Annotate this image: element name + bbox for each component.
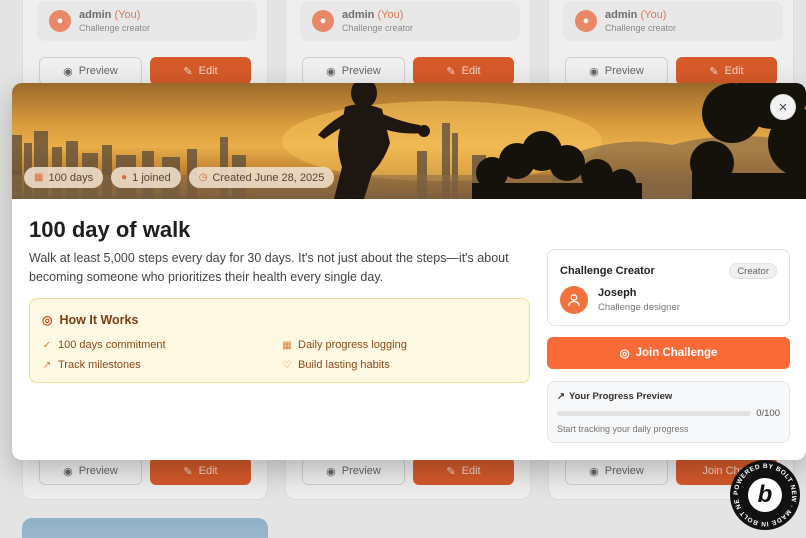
creator-card: Challenge Creator Creator Joseph Challen… [547, 249, 790, 326]
check-circle-icon: ✓ [42, 339, 52, 351]
how-item: ↗ Track milestones [42, 359, 141, 371]
creator-name: Joseph [598, 287, 637, 299]
challenge-meta-chips: ▦ 100 days ● 1 joined ◷ Created June 28, 20… [24, 167, 335, 188]
hero-image: × ▦ 100 days ● 1 joined ◷ Created June 28, … [12, 83, 806, 199]
calendar-icon: ▦ [282, 339, 292, 351]
calendar-icon: ▦ [34, 172, 44, 183]
how-item-label: Build lasting habits [298, 359, 390, 371]
heart-icon: ♡ [282, 359, 292, 371]
how-item-label: 100 days commitment [58, 339, 166, 351]
how-item-label: Track milestones [58, 359, 141, 371]
users-icon: ● [121, 172, 128, 183]
creator-role: Challenge designer [598, 302, 680, 313]
progress-hint: Start tracking your daily progress [557, 424, 689, 434]
avatar [560, 286, 588, 314]
challenge-description: Walk at least 5,000 steps every day for … [29, 251, 509, 284]
progress-title-label: Your Progress Preview [568, 391, 673, 402]
svg-text:POWERED BY BOLT NEW · MADE IN: POWERED BY BOLT NEW · MADE IN BOLT NEW · [730, 460, 797, 527]
close-icon: × [778, 98, 788, 116]
created-chip: ◷ Created June 28, 2025 [188, 167, 335, 188]
duration-label: 100 days [48, 171, 94, 184]
how-item: ♡ Build lasting habits [282, 359, 390, 371]
trending-up-icon: ↗ [557, 391, 565, 402]
close-button[interactable]: × [770, 94, 796, 120]
creator-card-title: Challenge Creator [560, 265, 655, 277]
how-item: ✓ 100 days commitment [42, 339, 166, 351]
challenge-title: 100 day of walk [29, 217, 191, 242]
join-challenge-button[interactable]: ◎ Join Challenge [547, 337, 790, 369]
target-icon: ◎ [42, 313, 53, 327]
progress-title: ↗ Your Progress Preview [557, 391, 672, 402]
created-label: Created June 28, 2025 [212, 171, 325, 184]
how-item: ▦ Daily progress logging [282, 339, 407, 351]
join-label: Join Challenge [635, 347, 718, 359]
progress-bar [557, 411, 751, 416]
bolt-ring-text: POWERED BY BOLT NEW · MADE IN BOLT NEW · [730, 460, 797, 527]
how-it-works-panel: ◎ How It Works ✓ 100 days commitment ▦ Dai… [29, 298, 530, 383]
how-item-label: Daily progress logging [298, 339, 407, 351]
participants-label: 1 joined [132, 171, 171, 184]
duration-chip: ▦ 100 days [24, 167, 104, 188]
progress-count: 0/100 [756, 408, 780, 419]
participants-chip: ● 1 joined [111, 167, 181, 188]
trending-up-icon: ↗ [42, 359, 52, 371]
how-it-works-title: ◎ How It Works [42, 313, 138, 327]
creator-badge: Creator [729, 263, 777, 279]
user-icon [568, 294, 580, 307]
how-title-label: How It Works [59, 313, 139, 327]
clock-icon: ◷ [198, 172, 208, 183]
challenge-modal: × ▦ 100 days ● 1 joined ◷ Created June 28, … [12, 83, 806, 460]
bolt-badge[interactable]: POWERED BY BOLT NEW · MADE IN BOLT NEW ·… [730, 460, 800, 530]
progress-preview-card: ↗ Your Progress Preview 0/100 Start track… [547, 381, 790, 443]
target-icon: ◎ [619, 348, 630, 360]
